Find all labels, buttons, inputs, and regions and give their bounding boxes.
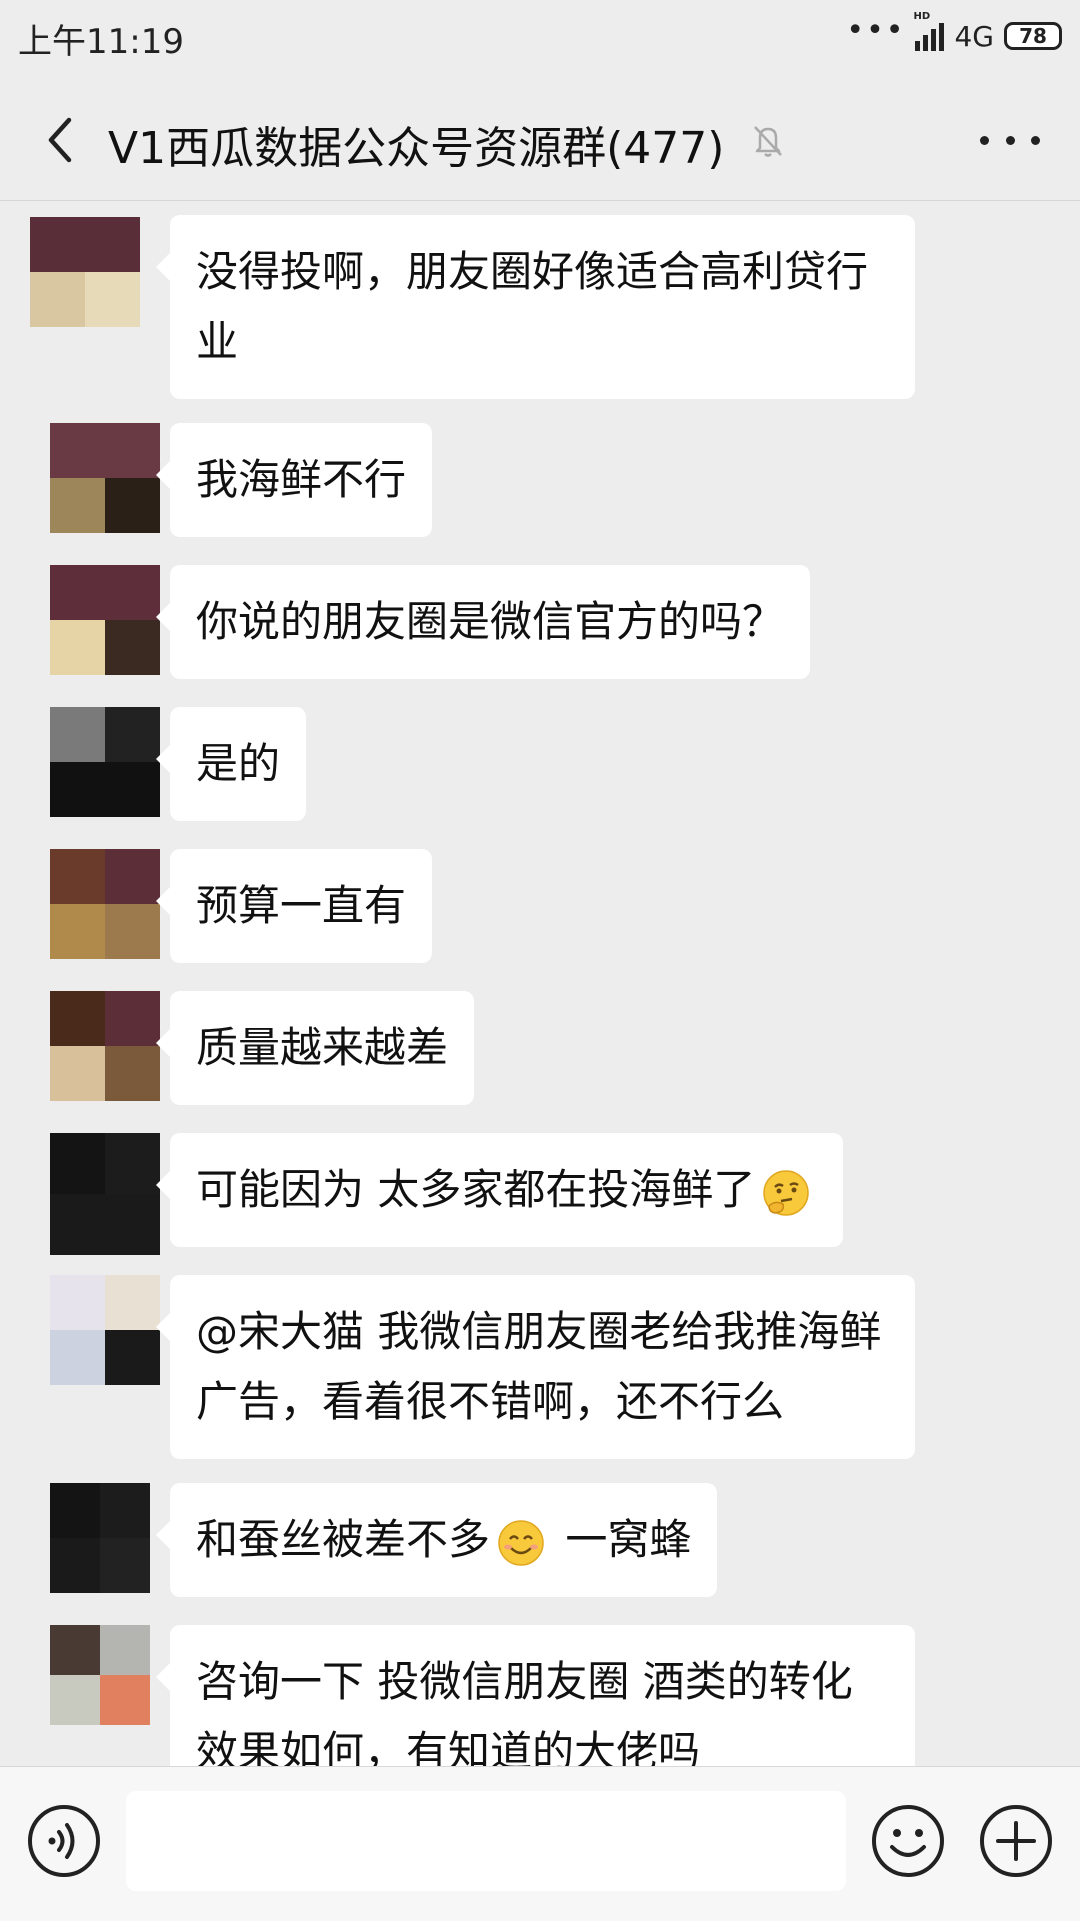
avatar-pixel — [105, 762, 160, 817]
avatar-pixel — [50, 1625, 100, 1675]
input-bar — [0, 1766, 1080, 1921]
avatar[interactable] — [50, 1275, 160, 1385]
avatar-pixel — [50, 1133, 105, 1194]
thinking-emoji-icon — [763, 1169, 810, 1216]
avatar-pixel — [50, 1046, 105, 1101]
avatar-pixel — [50, 904, 105, 959]
avatar[interactable] — [50, 849, 160, 959]
avatar-pixel — [50, 1483, 100, 1538]
voice-icon[interactable] — [26, 1803, 102, 1879]
status-bar: 上午11:19 ••• HD 4G 78 — [0, 0, 1080, 80]
avatar-pixel — [105, 1330, 160, 1385]
avatar-pixel — [105, 1275, 160, 1330]
back-arrow-icon — [48, 117, 72, 163]
avatar[interactable] — [50, 707, 160, 817]
avatar-pixel — [50, 565, 105, 620]
avatar-pixel — [105, 620, 160, 675]
bell-muted-icon — [754, 126, 782, 157]
avatar-pixel — [85, 217, 140, 272]
emoji-icon[interactable] — [870, 1803, 946, 1879]
plus-icon[interactable] — [978, 1803, 1054, 1879]
avatar-pixel — [30, 217, 85, 272]
avatar-pixel — [50, 991, 105, 1046]
avatar-pixel — [105, 1194, 160, 1255]
status-indicators: ••• HD 4G 78 — [846, 11, 1062, 56]
back-button[interactable] — [30, 110, 90, 170]
status-time: 上午11:19 — [18, 22, 184, 62]
avatar[interactable] — [50, 1133, 160, 1255]
avatar-pixel — [105, 1046, 160, 1101]
message-bubble[interactable]: 咨询一下 投微信朋友圈 酒类的转化效果如何，有知道的大佬吗 — [156, 1625, 915, 1766]
signal-icon: HD — [913, 11, 945, 51]
message-text: 一窝蜂 — [552, 1515, 692, 1564]
avatar-pixel — [50, 762, 105, 817]
avatar[interactable] — [50, 565, 160, 675]
avatar-pixel — [100, 1625, 150, 1675]
notification-dots-icon: ••• — [846, 13, 906, 48]
avatar-pixel — [30, 272, 85, 327]
chat-title: V1西瓜数据公众号资源群(477) — [108, 123, 725, 174]
message-text: 可能因为 太多家都在投海鲜了 — [196, 1165, 756, 1214]
avatar-pixel — [105, 707, 160, 762]
message-bubble[interactable]: 和蚕丝被差不多 一窝蜂 — [155, 1483, 718, 1597]
message-bubble[interactable]: 预算一直有 — [155, 849, 433, 963]
avatar[interactable] — [50, 423, 160, 533]
chat-header: V1西瓜数据公众号资源群(477) — [0, 80, 1080, 201]
avatar-pixel — [50, 620, 105, 675]
avatar-pixel — [50, 1275, 105, 1330]
avatar-pixel — [105, 904, 160, 959]
avatar[interactable] — [30, 217, 140, 327]
avatar-pixel — [50, 707, 105, 762]
avatar-pixel — [50, 423, 105, 478]
message-bubble[interactable]: 质量越来越差 — [155, 991, 475, 1105]
avatar-pixel — [50, 1330, 105, 1385]
message-bubble[interactable]: @宋大猫 我微信朋友圈老给我推海鲜广告，看着很不错啊，还不行么 — [156, 1275, 915, 1459]
avatar-pixel — [100, 1675, 150, 1725]
avatar[interactable] — [50, 991, 160, 1101]
avatar-pixel — [50, 1675, 100, 1725]
avatar[interactable] — [50, 1625, 150, 1725]
avatar-pixel — [50, 1538, 100, 1593]
hd-label: HD — [913, 11, 931, 22]
network-type: 4G — [954, 19, 994, 53]
battery-icon: 78 — [1004, 22, 1062, 50]
avatar-pixel — [105, 1133, 160, 1194]
avatar-pixel — [100, 1538, 150, 1593]
message-bubble[interactable]: 我海鲜不行 — [155, 423, 433, 537]
more-dots-icon — [980, 135, 989, 145]
avatar-pixel — [105, 849, 160, 904]
chat-messages[interactable]: 没得投啊，朋友圈好像适合高利贷行业 我海鲜不行 你说的朋友圈是微信官方的吗？ 是… — [0, 201, 1080, 1766]
message-input[interactable] — [126, 1791, 846, 1891]
message-text: 和蚕丝被差不多 — [196, 1515, 491, 1564]
message-bubble[interactable]: 没得投啊，朋友圈好像适合高利贷行业 — [156, 215, 915, 399]
avatar-pixel — [105, 565, 160, 620]
avatar-pixel — [50, 849, 105, 904]
message-bubble[interactable]: 是的 — [155, 707, 307, 821]
message-bubble[interactable]: 可能因为 太多家都在投海鲜了 — [155, 1133, 844, 1247]
avatar-pixel — [50, 1194, 105, 1255]
avatar-pixel — [105, 478, 160, 533]
battery-level: 78 — [1019, 24, 1047, 48]
message-bubble[interactable]: 你说的朋友圈是微信官方的吗？ — [155, 565, 811, 679]
avatar-pixel — [105, 991, 160, 1046]
avatar-pixel — [85, 272, 140, 327]
more-options-button[interactable] — [980, 120, 1040, 160]
avatar-pixel — [100, 1483, 150, 1538]
avatar[interactable] — [50, 1483, 150, 1593]
avatar-pixel — [105, 423, 160, 478]
avatar-pixel — [50, 478, 105, 533]
smile-emoji-icon — [498, 1519, 544, 1566]
